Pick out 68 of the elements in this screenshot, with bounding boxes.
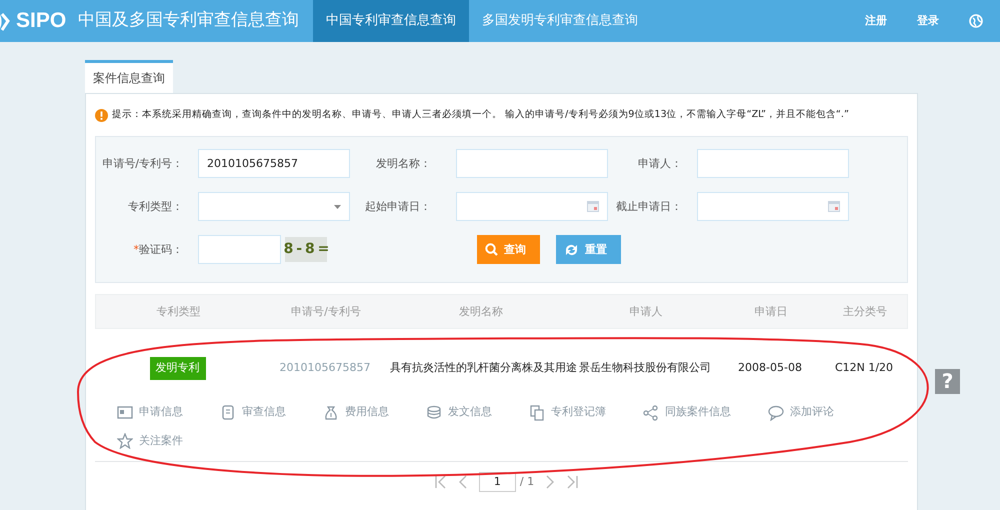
field-label: 截止申请日： [616, 200, 682, 213]
action-link[interactable]: 添加评论 [790, 404, 834, 421]
nav-tab[interactable]: 中国专利审查信息查询 [313, 0, 470, 42]
next-page-icon[interactable] [546, 474, 554, 489]
table-cell: 2008-05-08 [738, 361, 802, 374]
table-cell: C12N 1/20 [834, 361, 894, 374]
share-icon [643, 404, 659, 421]
caret-icon [334, 204, 341, 209]
warning-icon [95, 108, 108, 122]
logo: SIPO [16, 8, 66, 34]
patent-type-badge: 发明专利 [150, 357, 206, 380]
globe-icon[interactable] [969, 14, 983, 28]
table-cell: 2010105675857 [280, 361, 370, 374]
select-field[interactable] [198, 192, 350, 222]
action-link[interactable]: 申请信息 [139, 404, 183, 421]
reset-button[interactable]: 重置 [556, 235, 621, 264]
notice-text: 提示：本系统采用精确查询，查询条件中的发明名称、申请号、申请人三者必须填一个。 输入的申请号/专利号必须为9位或13位，不需输入字母“ZL”，并且不能包含“.” [112, 108, 849, 122]
first-page-icon[interactable] [434, 474, 447, 489]
action-link[interactable]: 发文信息 [448, 404, 492, 421]
search-icon [485, 243, 498, 256]
document-icon [220, 404, 236, 421]
copy-icon [529, 404, 545, 421]
star-icon [117, 433, 133, 450]
input-field[interactable] [697, 149, 849, 178]
help-button[interactable]: ? [935, 369, 960, 394]
field-label: 专利类型： [128, 200, 183, 213]
table-cell: 具有抗炎活性的乳杆菌分离株及其用途 [390, 361, 577, 374]
field-label: 验证码： [139, 242, 183, 256]
calendar-icon [587, 201, 599, 212]
site-title: 中国及多国专利审查信息查询 [78, 9, 300, 32]
action-link[interactable]: 专利登记簿 [551, 404, 606, 421]
column-header: 申请人 [628, 304, 664, 320]
last-page-icon[interactable] [566, 474, 578, 489]
column-header: 申请号/专利号 [290, 304, 362, 320]
coins-icon [426, 404, 442, 421]
column-header: 主分类号 [842, 304, 888, 320]
action-link[interactable]: 审查信息 [242, 404, 286, 421]
field-label: 申请人： [638, 156, 682, 170]
page-total: / 1 [520, 474, 534, 490]
nav-tab[interactable]: 多国发明专利审查信息查询 [469, 0, 652, 42]
action-link[interactable]: 费用信息 [345, 404, 389, 421]
field-label: 起始申请日： [365, 200, 431, 213]
column-header: 申请日 [754, 304, 788, 320]
action-link[interactable]: 关注案件 [139, 432, 183, 450]
refresh-icon [564, 242, 579, 257]
search-button[interactable]: 查询 [477, 235, 540, 264]
comment-icon [768, 404, 784, 421]
input-field[interactable]: 2010105675857 [198, 149, 350, 178]
table-cell: 景岳生物科技股份有限公司 [579, 361, 711, 374]
date-field[interactable] [456, 192, 608, 222]
field-label: 申请号/专利号： [102, 156, 183, 170]
captcha-field[interactable] [198, 235, 281, 264]
column-header: 发明名称 [458, 304, 504, 320]
header-link[interactable]: 注册 [865, 12, 887, 30]
previous-page-icon[interactable] [458, 474, 467, 489]
column-header: 专利类型 [156, 304, 202, 320]
action-link[interactable]: 同族案件信息 [665, 404, 731, 421]
card-icon [117, 404, 133, 421]
input-field[interactable] [456, 149, 608, 178]
calendar-icon [828, 201, 840, 212]
required-mark: * [134, 242, 139, 256]
header-link[interactable]: 登录 [917, 12, 939, 30]
field-label: 发明名称： [376, 156, 431, 170]
date-field[interactable] [697, 192, 849, 222]
money-bag-icon [323, 404, 339, 421]
captcha-image: 8 - 8 = [285, 237, 327, 262]
tab[interactable]: 案件信息查询 [85, 60, 173, 93]
page-input[interactable]: 1 [478, 472, 516, 492]
